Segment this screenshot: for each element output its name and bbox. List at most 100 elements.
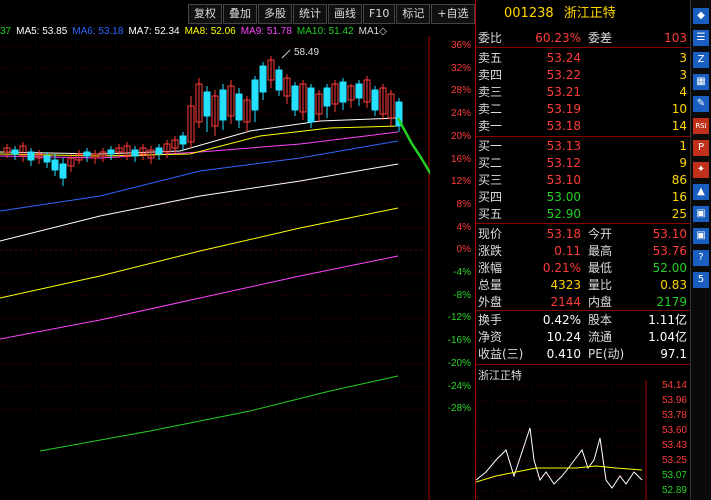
stat-row: 涨跌 0.11 最高 53.76 (476, 243, 691, 259)
webi-row: 委比 60.23% 委差 103 (476, 30, 691, 46)
buy-row[interactable]: 买三 53.10 86 (476, 172, 691, 188)
side-tool-icon[interactable]: ▣ (693, 206, 709, 222)
toolbar-button-7[interactable]: +自选 (431, 4, 475, 24)
axis-label: -16% (447, 335, 471, 347)
separator (476, 310, 691, 311)
sell-label: 卖四 (478, 68, 503, 82)
sell-volume: 4 (679, 85, 687, 99)
mini-axis-label: 53.96 (661, 395, 687, 406)
side-tool-icon[interactable]: ? (693, 250, 709, 266)
sell-price: 53.21 (546, 85, 581, 99)
toolbar-button-4[interactable]: 画线 (328, 4, 362, 24)
stock-code: 001238 (504, 6, 554, 21)
separator (476, 364, 691, 365)
row-value2: 103 (664, 31, 687, 45)
sell-volume: 14 (671, 119, 687, 133)
high-marker-label: 58.49 (294, 47, 319, 58)
row-label: 换手 (478, 313, 503, 327)
axis-label: 12% (450, 176, 471, 188)
sell-price: 53.24 (546, 51, 581, 65)
row-value2: 2179 (656, 295, 687, 309)
kline-chart[interactable]: 58.4951.33 (0, 36, 430, 500)
sell-row[interactable]: 卖三 53.21 4 (476, 84, 691, 100)
row-value: 60.23% (535, 31, 581, 45)
axis-label: -8% (453, 289, 471, 301)
row-label: 现价 (478, 227, 503, 241)
axis-label: -4% (453, 267, 471, 278)
row-value: 4323 (550, 278, 581, 292)
row-label: 总量 (478, 278, 503, 292)
row-value: 53.18 (546, 227, 581, 241)
toolbar-button-2[interactable]: 多股 (258, 4, 292, 24)
buy-price: 53.12 (546, 156, 581, 170)
toolbar-button-1[interactable]: 叠加 (223, 4, 257, 24)
ma-line (0, 131, 399, 159)
mini-axis-label: 53.60 (661, 425, 687, 436)
row-label: 外盘 (478, 295, 503, 309)
mini-axis-label: 53.07 (661, 470, 687, 481)
side-tool-icon[interactable]: ☰ (693, 30, 709, 46)
buy-label: 买一 (478, 139, 503, 153)
candle-body (27, 151, 35, 161)
side-tool-icon[interactable]: P (693, 140, 709, 156)
side-tool-icon[interactable]: RSI (693, 118, 709, 134)
stat-row: 总量 4323 量比 0.83 (476, 277, 691, 293)
side-tool-icon[interactable]: ✎ (693, 96, 709, 112)
intraday-chart[interactable] (476, 380, 691, 500)
row-value2: 97.1 (660, 347, 687, 361)
stat2-row: 换手 0.42% 股本 1.11亿 (476, 312, 691, 328)
sell-row[interactable]: 卖四 53.22 3 (476, 67, 691, 83)
sell-row[interactable]: 卖一 53.18 14 (476, 118, 691, 134)
row-value2: 53.76 (652, 244, 687, 258)
toolbar-button-0[interactable]: 复权 (188, 4, 222, 24)
axis-label: 20% (450, 130, 471, 142)
toolbar-button-6[interactable]: 标记 (396, 4, 431, 24)
row-label2: 委差 (588, 31, 613, 45)
side-tool-icon[interactable]: ▦ (693, 74, 709, 90)
side-tool-icon[interactable]: Z (693, 52, 709, 68)
axis-label: 36% (450, 40, 471, 51)
toolbar-button-5[interactable]: F10 (363, 4, 396, 24)
axis-label: 24% (450, 108, 471, 120)
candle-body (59, 163, 67, 179)
stat2-row: 收益(三) 0.410 PE(动) 97.1 (476, 346, 691, 362)
toolbar-button-3[interactable]: 统计 (293, 4, 327, 24)
row-label2: 量比 (588, 278, 613, 292)
sell-row[interactable]: 卖五 53.24 3 (476, 50, 691, 66)
quote-panel: 001238 浙江正特 委比 60.23% 委差 103 卖五 53.24 3 卖四 53.22… (475, 0, 691, 500)
candle-body (43, 155, 51, 163)
row-label2: 最高 (588, 244, 613, 258)
candle-body (11, 149, 19, 155)
axis-label: 32% (450, 62, 471, 74)
ma-line (39, 375, 399, 452)
sell-row[interactable]: 卖二 53.19 10 (476, 101, 691, 117)
candle-body (259, 65, 267, 93)
mini-axis-label: 53.43 (661, 440, 687, 451)
chart-toolbar: 复权叠加多股统计画线F10标记+自选返回 (188, 4, 511, 24)
axis-label: 16% (450, 153, 471, 165)
row-label: 涨幅 (478, 261, 503, 275)
side-tool-icon[interactable]: ✦ (693, 162, 709, 178)
candle-body (107, 149, 115, 155)
side-tool-icon[interactable]: 5 (693, 272, 709, 288)
side-tool-icon[interactable]: ◆ (693, 8, 709, 24)
buy-row[interactable]: 买一 53.13 1 (476, 138, 691, 154)
row-value: 2144 (550, 295, 581, 309)
buy-volume: 9 (679, 156, 687, 170)
side-tool-icon[interactable]: ▲ (693, 184, 709, 200)
mini-axis-label: 52.89 (661, 485, 687, 496)
buy-row[interactable]: 买二 53.12 9 (476, 155, 691, 171)
candle-body (203, 91, 211, 117)
high-marker-line (281, 49, 291, 59)
side-tool-icon[interactable]: ▣ (693, 228, 709, 244)
row-label: 收益(三) (478, 347, 524, 361)
quote-header: 001238 浙江正特 (476, 0, 691, 28)
candle-body (83, 151, 91, 157)
intraday-price-line (476, 427, 643, 489)
buy-row[interactable]: 买四 53.00 16 (476, 189, 691, 205)
buy-row[interactable]: 买五 52.90 25 (476, 206, 691, 222)
buy-volume: 16 (671, 190, 687, 204)
ma-line (0, 207, 399, 299)
separator (476, 136, 691, 137)
row-label: 涨跌 (478, 244, 503, 258)
